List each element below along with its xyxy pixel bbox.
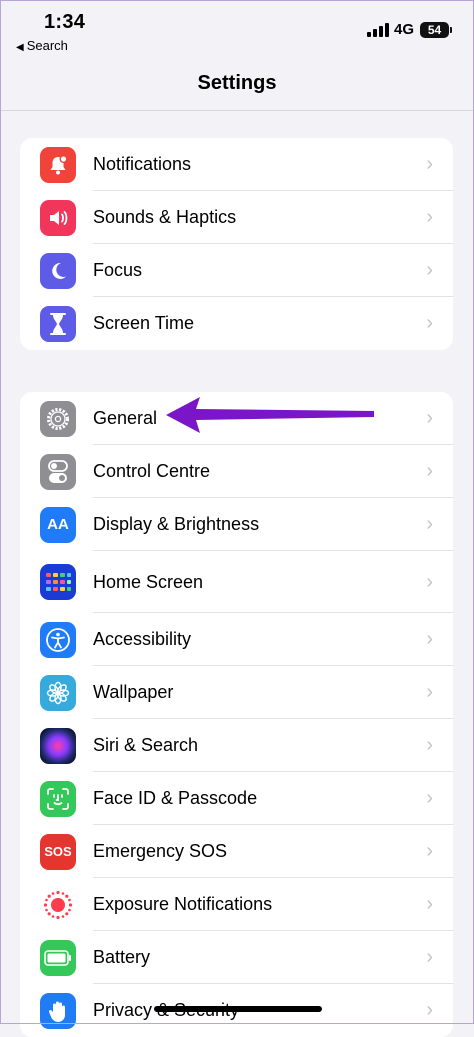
status-bar: 1:34 ◀ Search 4G 54 xyxy=(0,0,474,60)
annotation-arrow-icon xyxy=(166,397,374,433)
row-label: Notifications xyxy=(93,154,192,174)
face-id-icon xyxy=(40,780,76,817)
cellular-signal-icon xyxy=(367,23,389,37)
chevron-right-icon: › xyxy=(426,893,433,915)
battery-icon xyxy=(40,939,76,976)
chevron-right-icon: › xyxy=(426,259,433,281)
battery-level-icon: 54 xyxy=(420,22,452,38)
flower-icon xyxy=(40,674,76,711)
status-time: 1:34 xyxy=(44,11,86,33)
chevron-right-icon: › xyxy=(426,787,433,809)
settings-row-control-centre[interactable]: Control Centre › xyxy=(20,445,453,498)
accessibility-icon xyxy=(40,621,76,658)
row-label: Sounds & Haptics xyxy=(93,207,237,227)
text-size-icon: AA xyxy=(40,506,76,543)
back-arrow-icon: ◀ xyxy=(16,42,24,53)
chevron-right-icon: › xyxy=(426,153,433,175)
settings-row-siri-search[interactable]: Siri & Search › xyxy=(20,719,453,772)
chevron-right-icon: › xyxy=(426,734,433,756)
chevron-right-icon: › xyxy=(426,513,433,535)
settings-row-wallpaper[interactable]: Wallpaper › xyxy=(20,666,453,719)
chevron-right-icon: › xyxy=(426,946,433,968)
back-to-search-link[interactable]: ◀ Search xyxy=(16,38,68,53)
row-label: Battery xyxy=(93,947,151,967)
settings-row-battery[interactable]: Battery › xyxy=(20,931,453,984)
settings-row-sounds-haptics[interactable]: Sounds & Haptics › xyxy=(20,191,453,244)
toggles-icon xyxy=(40,453,76,490)
row-label: General xyxy=(93,408,158,428)
network-type: 4G xyxy=(394,21,415,38)
chevron-right-icon: › xyxy=(426,681,433,703)
row-label: Face ID & Passcode xyxy=(93,788,258,808)
row-label: Display & Brightness xyxy=(93,514,260,534)
hourglass-icon xyxy=(40,305,76,342)
row-label: Control Centre xyxy=(93,461,211,481)
settings-row-notifications[interactable]: Notifications › xyxy=(20,138,453,191)
notifications-icon xyxy=(40,146,76,183)
row-label: Wallpaper xyxy=(93,682,174,702)
settings-group-notifications: Notifications › Sounds & Haptics › Focus… xyxy=(20,138,453,350)
row-label: Siri & Search xyxy=(93,735,199,755)
back-label: Search xyxy=(26,38,68,53)
settings-group-general: General › Control Centre › AA Display & … xyxy=(20,392,453,1037)
chevron-right-icon: › xyxy=(426,407,433,429)
nav-divider xyxy=(0,110,474,111)
settings-row-exposure-notifications[interactable]: Exposure Notifications › xyxy=(20,878,453,931)
row-label: Exposure Notifications xyxy=(93,894,273,914)
chevron-right-icon: › xyxy=(426,460,433,482)
row-label: Accessibility xyxy=(93,629,192,649)
settings-row-home-screen[interactable]: Home Screen › xyxy=(20,551,453,613)
settings-row-screen-time[interactable]: Screen Time › xyxy=(20,297,453,350)
row-label: Emergency SOS xyxy=(93,841,228,861)
settings-row-face-id-passcode[interactable]: Face ID & Passcode › xyxy=(20,772,453,825)
chevron-right-icon: › xyxy=(426,206,433,228)
chevron-right-icon: › xyxy=(426,312,433,334)
row-label: Focus xyxy=(93,260,143,280)
speaker-icon xyxy=(40,199,76,236)
chevron-right-icon: › xyxy=(426,840,433,862)
siri-icon xyxy=(40,727,76,764)
page-title: Settings xyxy=(197,72,277,94)
settings-row-accessibility[interactable]: Accessibility › xyxy=(20,613,453,666)
row-label: Home Screen xyxy=(93,572,204,592)
chevron-right-icon: › xyxy=(426,571,433,593)
chevron-right-icon: › xyxy=(426,628,433,650)
settings-row-emergency-sos[interactable]: SOS Emergency SOS › xyxy=(20,825,453,878)
hand-icon xyxy=(40,992,76,1029)
home-indicator[interactable] xyxy=(154,1006,322,1012)
moon-icon xyxy=(40,252,76,289)
home-screen-grid-icon xyxy=(40,564,76,600)
chevron-right-icon: › xyxy=(426,999,433,1021)
exposure-notifications-icon xyxy=(40,886,76,923)
gear-icon xyxy=(40,400,76,437)
settings-row-display-brightness[interactable]: AA Display & Brightness › xyxy=(20,498,453,551)
settings-row-focus[interactable]: Focus › xyxy=(20,244,453,297)
row-label: Screen Time xyxy=(93,313,195,333)
sos-icon: SOS xyxy=(40,833,76,870)
